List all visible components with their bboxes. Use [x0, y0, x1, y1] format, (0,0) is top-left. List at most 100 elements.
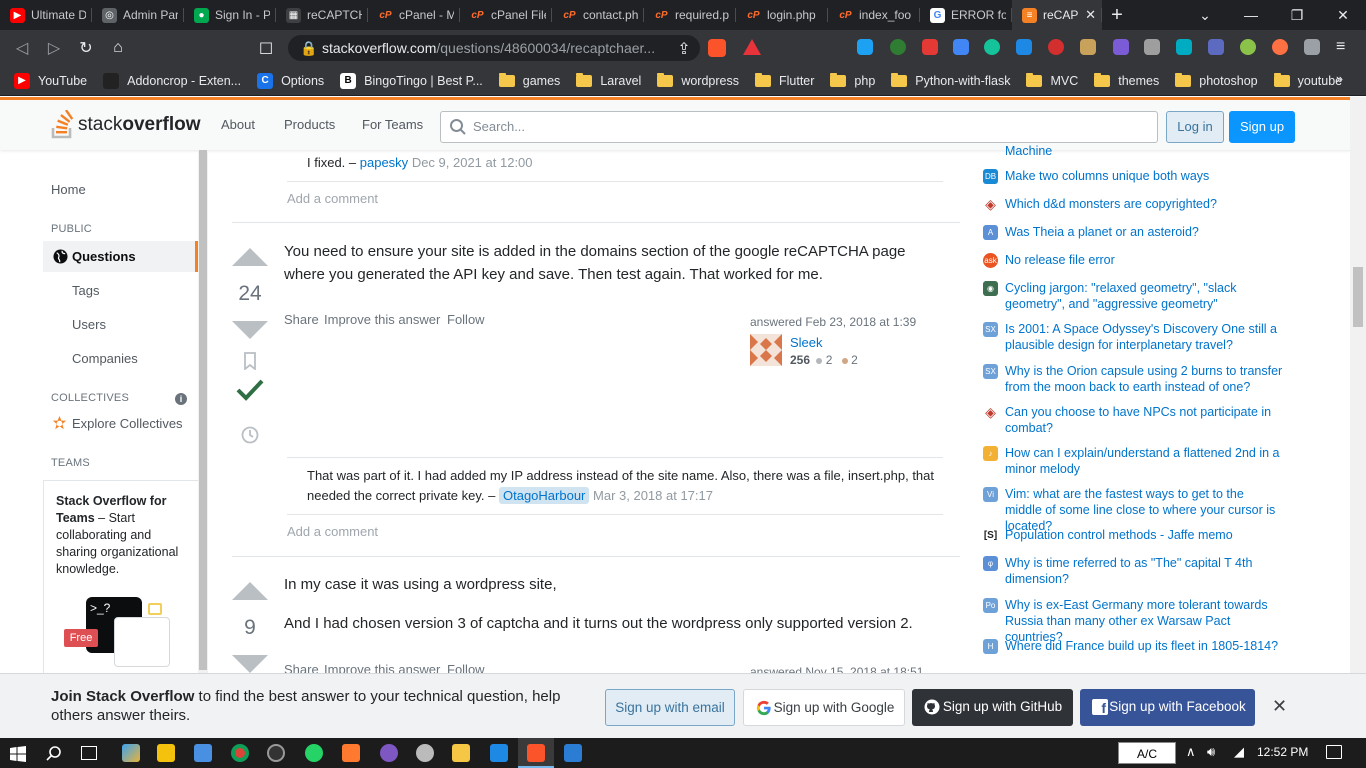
browser-tab[interactable]: cP cPanel File	[460, 0, 552, 30]
taskbar-app-icon[interactable]	[194, 744, 212, 762]
share-link[interactable]: Share	[284, 662, 319, 673]
improve-answer-link[interactable]: Improve this answer	[324, 312, 440, 327]
menu-icon[interactable]: ≡	[1336, 38, 1345, 56]
browser-tab[interactable]: ≡ reCAP ✕	[1012, 0, 1102, 30]
upvote-button[interactable]	[232, 582, 268, 600]
nav-companies[interactable]: Companies	[72, 351, 138, 366]
browser-tab[interactable]: cP contact.ph	[552, 0, 644, 30]
close-window-button[interactable]: ✕	[1320, 0, 1366, 30]
browser-tab[interactable]: cP required.p	[644, 0, 736, 30]
add-comment-link[interactable]: Add a comment	[287, 524, 378, 539]
hot-question-item[interactable]: SX Is 2001: A Space Odyssey's Discovery O…	[983, 321, 1283, 353]
grammarly-icon[interactable]	[984, 39, 1000, 55]
prev-comment-date[interactable]: Dec 9, 2021 at 12:00	[412, 155, 533, 170]
translate-icon[interactable]	[953, 39, 969, 55]
task-view-icon[interactable]	[81, 746, 97, 760]
browser-tab[interactable]: ● Sign In - P	[184, 0, 276, 30]
bookmark-item[interactable]: themes	[1086, 66, 1167, 96]
search-taskbar-icon[interactable]	[46, 745, 62, 761]
taskbar-app-icon[interactable]	[267, 744, 285, 762]
new-tab-button[interactable]: +	[1102, 4, 1132, 27]
hot-question-item[interactable]: Machine	[983, 143, 1283, 159]
explore-collectives-link[interactable]: Explore Collectives	[72, 416, 183, 431]
bookmark-item[interactable]: games	[491, 66, 569, 96]
follow-link[interactable]: Follow	[447, 312, 485, 327]
browser-tab[interactable]: ▶ Ultimate D	[0, 0, 92, 30]
brave-rewards-icon[interactable]	[743, 39, 761, 55]
vscode-icon[interactable]	[490, 744, 508, 762]
nav-questions-active[interactable]: Questions	[43, 241, 198, 272]
cookie-icon[interactable]	[1272, 39, 1288, 55]
taskbar-active-app[interactable]	[518, 738, 554, 768]
bookmark-item[interactable]: ▶ YouTube	[6, 66, 95, 96]
browser-tab[interactable]: ◎ Admin Par	[92, 0, 184, 30]
taskbar-app-icon[interactable]	[380, 744, 398, 762]
forward-icon[interactable]: ▷	[38, 38, 70, 58]
home-icon[interactable]: ⌂	[102, 39, 134, 57]
nav-users[interactable]: Users	[72, 317, 106, 332]
extension-6-icon[interactable]	[1016, 39, 1032, 55]
nav-tags[interactable]: Tags	[72, 283, 99, 298]
xampp-icon[interactable]	[342, 744, 360, 762]
share-link[interactable]: Share	[284, 312, 319, 327]
taskbar-app-icon[interactable]	[122, 744, 140, 762]
browser-tab[interactable]: ▦ reCAPTCH	[276, 0, 368, 30]
page-scrollbar[interactable]	[1350, 97, 1366, 673]
extension-13-icon[interactable]	[1240, 39, 1256, 55]
volume-icon[interactable]: 🔊︎	[1207, 744, 1215, 760]
nav-about[interactable]: About	[221, 117, 255, 132]
login-button[interactable]: Log in	[1166, 111, 1224, 143]
follow-link[interactable]: Follow	[447, 662, 485, 673]
nav-for-teams[interactable]: For Teams	[362, 117, 423, 132]
upvote-button[interactable]	[232, 248, 268, 266]
camera-icon[interactable]	[1144, 39, 1160, 55]
signup-button[interactable]: Sign up	[1229, 111, 1295, 143]
file-explorer-icon[interactable]	[452, 744, 470, 762]
chrome-icon[interactable]	[231, 744, 249, 762]
prev-comment-user[interactable]: papesky	[360, 155, 408, 170]
close-tab-icon[interactable]: ✕	[1085, 7, 1096, 23]
more-bookmarks-icon[interactable]: »	[1336, 72, 1343, 86]
bookmark-icon[interactable]	[242, 352, 258, 370]
extension-3-icon[interactable]	[922, 39, 938, 55]
notifications-icon[interactable]	[1326, 745, 1342, 759]
signup-email-button[interactable]: Sign up with email	[605, 689, 735, 726]
share-icon[interactable]: ⇪	[668, 39, 700, 59]
extension-1-icon[interactable]	[857, 39, 873, 55]
extension-11-icon[interactable]	[1176, 39, 1192, 55]
signup-facebook-button[interactable]: f Sign up with Facebook	[1080, 689, 1255, 726]
left-sidebar-scrollbar[interactable]	[198, 150, 208, 673]
hot-question-item[interactable]: [S] Population control methods - Jaffe me…	[983, 527, 1283, 543]
bookmark-item[interactable]: photoshop	[1167, 66, 1265, 96]
browser-tab[interactable]: cP login.php	[736, 0, 828, 30]
bookmark-item[interactable]: Python-with-flask	[883, 66, 1018, 96]
answer-comment-user[interactable]: OtagoHarbour	[499, 487, 590, 504]
extension-12-icon[interactable]	[1208, 39, 1224, 55]
bookmark-item[interactable]: wordpress	[649, 66, 747, 96]
bookmark-item[interactable]: MVC	[1018, 66, 1086, 96]
history-icon[interactable]	[240, 425, 260, 445]
brave-shields-icon[interactable]	[708, 39, 726, 57]
extension-8-icon[interactable]	[1080, 39, 1096, 55]
hot-question-item[interactable]: ♪ How can I explain/understand a flattene…	[983, 445, 1283, 477]
taskbar-app-icon[interactable]	[416, 744, 434, 762]
wifi-icon[interactable]: ◢	[1234, 744, 1244, 760]
windows-start-icon[interactable]	[10, 746, 26, 762]
browser-tab[interactable]: cP cPanel - M	[368, 0, 460, 30]
answer-comment-date[interactable]: Mar 3, 2018 at 17:17	[593, 488, 713, 503]
browser-tab[interactable]: cP index_foo	[828, 0, 920, 30]
hot-question-item[interactable]: ◈ Which d&d monsters are copyrighted?	[983, 196, 1283, 212]
nav-products[interactable]: Products	[284, 117, 335, 132]
hot-question-item[interactable]: DB Make two columns unique both ways	[983, 168, 1283, 184]
tray-chevron-icon[interactable]: ∧	[1186, 744, 1196, 760]
hot-question-item[interactable]: ◈ Can you choose to have NPCs not partici…	[983, 404, 1283, 436]
extension-7-icon[interactable]	[1048, 39, 1064, 55]
signup-google-button[interactable]: Sign up with Google	[743, 689, 905, 726]
bookmark-item[interactable]: Addoncrop - Exten...	[95, 66, 249, 96]
bookmark-item[interactable]: Flutter	[747, 66, 822, 96]
extension-2-icon[interactable]	[890, 39, 906, 55]
info-icon[interactable]: i	[175, 393, 187, 405]
downvote-button[interactable]	[232, 655, 268, 673]
user-name[interactable]: Sleek	[790, 335, 823, 350]
downvote-button[interactable]	[232, 321, 268, 339]
